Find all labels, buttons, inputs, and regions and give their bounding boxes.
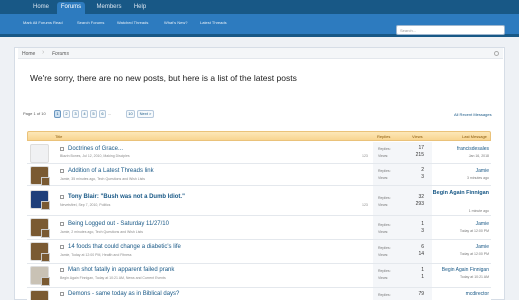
last-poster-avatar[interactable] [41,277,50,286]
tab-members[interactable]: Members [93,2,125,13]
page-10-button[interactable]: 10 [126,110,135,118]
thread-meta: Jamie, Today at 12:00 PM, Health and Fit… [60,253,132,257]
column-last-message[interactable]: Last Message [462,134,487,139]
views-label: Views: [378,203,389,207]
breadcrumb-separator-icon: › [42,49,45,56]
page-ellipsis: ... [108,111,112,116]
thread-title[interactable]: 14 foods that could change a diabetic's … [68,244,181,250]
views-label: Views: [378,176,389,180]
tab-help[interactable]: Help [131,2,149,13]
thread-checkbox[interactable] [60,222,64,226]
thread-title[interactable]: Doctrines of Grace... [68,146,123,152]
replies-label: Replies: [378,223,391,227]
page-5-button[interactable]: 5 [90,110,97,118]
replies-label: Replies: [378,169,391,173]
last-post-date: 1 minute ago [468,209,489,213]
page-4-button[interactable]: 4 [81,110,88,118]
views-label: Views: [378,276,389,280]
all-recent-messages-link[interactable]: All Recent Messages [454,112,492,117]
breadcrumb-home[interactable]: Home [22,51,35,57]
thread-meta: Nevetsfirel, Sep 7, 2010, Politics [60,203,111,207]
thread-title[interactable]: Being Logged out - Saturday 11/27/10 [68,221,169,227]
thread-checkbox[interactable] [60,292,64,296]
tab-forums[interactable]: Forums [57,2,85,14]
last-poster-avatar[interactable] [41,229,50,238]
mark-forums-read-link[interactable]: Mark All Forums Read [23,20,63,25]
last-poster[interactable]: Jamie [414,221,489,227]
views-label: Views: [378,253,389,257]
last-poster[interactable]: Begin Again Finnigan [414,267,489,273]
replies-label: Replies: [378,269,391,273]
last-post-date: 3 minutes ago [467,176,489,180]
replies-label: Replies: [378,196,391,200]
last-poster[interactable]: Jamie [414,168,489,174]
search-forums-link[interactable]: Search Forums [77,20,104,25]
last-post-date: Jan 16, 2018 [468,154,489,158]
last-poster-avatar[interactable] [41,201,50,210]
views-count: 293 [415,201,424,207]
last-poster[interactable]: mcdirector [414,291,489,297]
last-post-date: Today at 12:00 PM [459,252,489,256]
page-2-button[interactable]: 2 [63,110,70,118]
last-poster[interactable]: Begin Again Finnigan [414,190,489,197]
collapse-icon[interactable] [494,51,499,56]
avatar[interactable] [30,144,49,163]
last-post-date: Today at 12:00 PM [459,229,489,233]
page-title: We're sorry, there are no new posts, but… [30,73,297,83]
last-poster[interactable]: Jamie [414,244,489,250]
thread-checkbox[interactable] [60,195,64,199]
tab-home[interactable]: Home [31,2,51,13]
page-count: Page 1 of 10 [23,111,46,116]
last-poster-avatar[interactable] [41,177,50,186]
next-page-button[interactable]: Next > [137,110,154,118]
column-views[interactable]: Views [412,134,423,139]
column-title[interactable]: Title [55,134,62,139]
latest-threads-link[interactable]: Latest Threads [200,20,227,25]
replies-label: Replies: [378,147,391,151]
watched-threads-link[interactable]: Watched Threads [117,20,148,25]
thread-checkbox[interactable] [60,147,64,151]
page-6-button[interactable]: 6 [99,110,106,118]
thread-title[interactable]: Man shot fatally in apparent failed pran… [68,267,174,273]
last-poster[interactable]: francisdesales [414,146,489,152]
thread-meta: Blazin Bones, Jul 12, 2010, Making Disci… [60,154,130,158]
thread-meta: Begin Again Finnigan, Today at 10:21 AM,… [60,276,166,280]
thread-meta: Jamie, 2 minutes ago, Tech Questions and… [60,230,144,234]
views-label: Views: [378,154,389,158]
thread-pages[interactable]: 123 [362,154,368,158]
page-1-button[interactable]: 1 [54,110,61,118]
thread-checkbox[interactable] [60,268,64,272]
views-label: Views: [378,230,389,234]
thread-title[interactable]: Addition of a Latest Threads link [68,168,154,174]
thread-title[interactable]: Demons - same today as in Biblical days? [68,291,179,297]
whats-new-link[interactable]: What's New? [164,20,187,25]
thread-title[interactable]: Tony Blair: "Bush was not a Dumb Idiot." [68,194,185,200]
last-poster-avatar[interactable] [41,253,50,262]
last-post-date: Today at 10:21 AM [460,275,489,279]
thread-checkbox[interactable] [60,169,64,173]
breadcrumb-forums[interactable]: Forums [52,51,69,57]
column-replies[interactable]: Replies [377,134,390,139]
page-3-button[interactable]: 3 [72,110,79,118]
thread-pages[interactable]: 123 [362,203,368,207]
avatar[interactable] [30,290,49,300]
thread-checkbox[interactable] [60,245,64,249]
replies-label: Replies: [378,246,391,250]
breadcrumb [18,48,503,59]
thread-meta: Jamie, 35 minutes ago, Tech Questions an… [60,177,145,181]
replies-label: Replies: [378,293,391,297]
search-input[interactable]: Search... [396,25,505,35]
